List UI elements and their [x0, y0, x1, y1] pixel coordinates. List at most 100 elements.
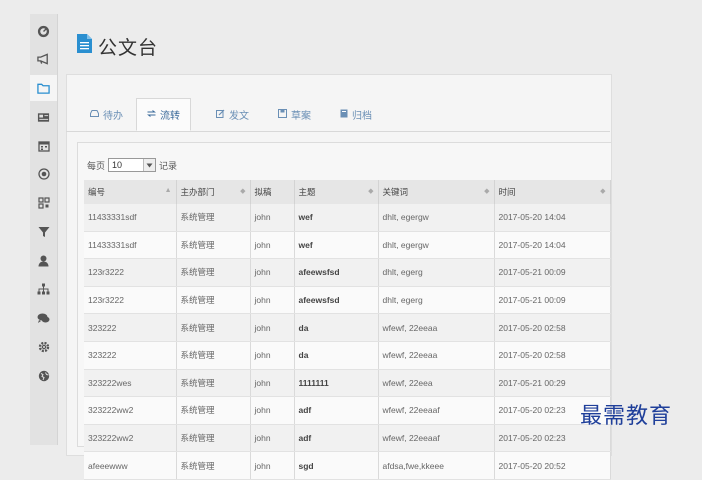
cell-drafter: john: [250, 424, 295, 453]
cell-keywords: dhlt, egerg: [378, 286, 495, 315]
page-header: 公文台: [77, 33, 158, 59]
sort-icon: ▲: [164, 187, 172, 194]
cell-department: 系统管理: [176, 231, 251, 260]
chevron-down-icon: [143, 159, 156, 171]
cell-department: 系统管理: [176, 396, 251, 425]
cell-number: 123r3222: [84, 286, 177, 315]
cell-number: 323222: [84, 313, 177, 342]
cell-number: 11433331sdf: [84, 231, 177, 260]
transfer-icon: [147, 109, 156, 120]
document-table: 编号 ▲ 主办部门 ◆ 拟稿 主题 ◆ 关键词 ◆ 时间 ◆ 11433331sdf 系统管…: [84, 180, 611, 480]
cell-subject: da: [294, 341, 379, 370]
column-header-number[interactable]: 编号 ▲: [84, 180, 177, 204]
cell-number: 323222wes: [84, 369, 177, 398]
cell-number: afeeewww: [84, 451, 177, 480]
cell-time: 2017-05-20 14:04: [494, 204, 611, 232]
sort-icon: ◆: [368, 188, 374, 195]
cell-subject: adf: [294, 424, 379, 453]
cell-keywords: dhlt, egerg: [378, 258, 495, 287]
cell-subject: afeewsfsd: [294, 258, 379, 287]
filter-icon[interactable]: [30, 219, 57, 245]
cell-time: 2017-05-20 14:04: [494, 231, 611, 260]
qrcode-icon[interactable]: [30, 190, 57, 216]
table-row[interactable]: afeeewww 系统管理 john sgd afdsa,fwe,kkeee 2017-0…: [84, 451, 611, 480]
table-row[interactable]: 323222ww2 系统管理 john adf wfewf, 22eeaaf 2017-0…: [84, 424, 611, 453]
tab-bar: 待办 流转 发文 草案 归档: [66, 98, 610, 132]
cell-department: 系统管理: [176, 341, 251, 370]
cell-department: 系统管理: [176, 369, 251, 398]
draft-icon: [278, 108, 287, 121]
records-label: 记录: [159, 160, 178, 171]
cell-subject: wef: [294, 204, 379, 232]
cell-drafter: john: [250, 231, 295, 260]
document-icon: [77, 34, 92, 58]
column-header-drafter[interactable]: 拟稿: [250, 180, 295, 204]
inbox-icon: [90, 109, 99, 120]
sitemap-icon[interactable]: [30, 276, 57, 302]
table-row[interactable]: 323222wes 系统管理 john 1111111 wfewf, 22eea 2017…: [84, 369, 611, 398]
chat-icon[interactable]: [30, 305, 57, 331]
per-page-label: 每页: [87, 160, 106, 171]
column-header-department[interactable]: 主办部门 ◆: [176, 180, 251, 204]
tab-transfer[interactable]: 流转: [136, 98, 191, 131]
table-row[interactable]: 323222ww2 系统管理 john adf wfewf, 22eeaaf 2017-0…: [84, 396, 611, 425]
cell-drafter: john: [250, 451, 295, 480]
cell-keywords: wfewf, 22eea: [378, 369, 495, 398]
column-header-keywords[interactable]: 关键词 ◆: [378, 180, 495, 204]
cell-number: 11433331sdf: [84, 204, 177, 232]
sort-icon: ◆: [484, 188, 490, 195]
cell-time: 2017-05-21 00:09: [494, 286, 611, 315]
cell-number: 323222ww2: [84, 424, 177, 453]
table-row[interactable]: 11433331sdf 系统管理 john wef dhlt, egergw 2017-0…: [84, 231, 611, 260]
cell-subject: 1111111: [294, 369, 379, 398]
cell-drafter: john: [250, 369, 295, 398]
sort-icon: ◆: [240, 188, 246, 195]
cell-subject: adf: [294, 396, 379, 425]
column-header-time[interactable]: 时间 ◆: [494, 180, 611, 204]
tab-todo[interactable]: 待办: [90, 98, 123, 131]
cell-drafter: john: [250, 204, 295, 232]
column-header-subject[interactable]: 主题 ◆: [294, 180, 379, 204]
cell-number: 323222: [84, 341, 177, 370]
cell-keywords: wfewf, 22eeaa: [378, 313, 495, 342]
cell-drafter: john: [250, 396, 295, 425]
edit-icon: [216, 109, 225, 121]
newspaper-icon[interactable]: [30, 104, 57, 130]
cell-department: 系统管理: [176, 313, 251, 342]
cell-keywords: wfewf, 22eeaaf: [378, 396, 495, 425]
per-page-select[interactable]: 10: [108, 158, 157, 172]
cell-drafter: john: [250, 258, 295, 287]
cell-time: 2017-05-20 20:52: [494, 451, 611, 480]
cell-department: 系统管理: [176, 451, 251, 480]
calendar-icon[interactable]: [30, 133, 57, 159]
globe-icon[interactable]: [30, 363, 57, 389]
target-icon[interactable]: [30, 161, 57, 187]
page-title: 公文台: [98, 37, 159, 59]
table-row[interactable]: 123r3222 系统管理 john afeewsfsd dhlt, egerg 2017…: [84, 286, 611, 315]
megaphone-icon[interactable]: [30, 46, 57, 72]
cell-drafter: john: [250, 286, 295, 315]
cell-number: 323222ww2: [84, 396, 177, 425]
cell-department: 系统管理: [176, 424, 251, 453]
table-row[interactable]: 323222 系统管理 john da wfewf, 22eeaa 2017-05-20 …: [84, 341, 611, 370]
dashboard-icon[interactable]: [30, 18, 57, 44]
cell-time: 2017-05-21 00:09: [494, 258, 611, 287]
tab-issue[interactable]: 发文: [216, 98, 249, 131]
folder-icon[interactable]: [30, 75, 57, 101]
cell-keywords: afdsa,fwe,kkeee: [378, 451, 495, 480]
gear-icon[interactable]: [30, 334, 57, 360]
sidebar: [30, 14, 58, 445]
table-row[interactable]: 11433331sdf 系统管理 john wef dhlt, egergw 2017-0…: [84, 204, 611, 232]
cell-subject: afeewsfsd: [294, 286, 379, 315]
cell-subject: wef: [294, 231, 379, 260]
tab-draft[interactable]: 草案: [278, 98, 311, 131]
table-row[interactable]: 123r3222 系统管理 john afeewsfsd dhlt, egerg 2017…: [84, 258, 611, 287]
page-length-control: 每页 10 记录: [87, 157, 177, 173]
user-icon[interactable]: [30, 248, 57, 274]
table-row[interactable]: 323222 系统管理 john da wfewf, 22eeaa 2017-05-20 …: [84, 313, 611, 342]
watermark: 最需教育: [580, 404, 673, 429]
cell-keywords: dhlt, egergw: [378, 231, 495, 260]
tab-archive[interactable]: 归档: [340, 98, 372, 131]
cell-drafter: john: [250, 341, 295, 370]
sort-icon: ◆: [600, 188, 606, 195]
